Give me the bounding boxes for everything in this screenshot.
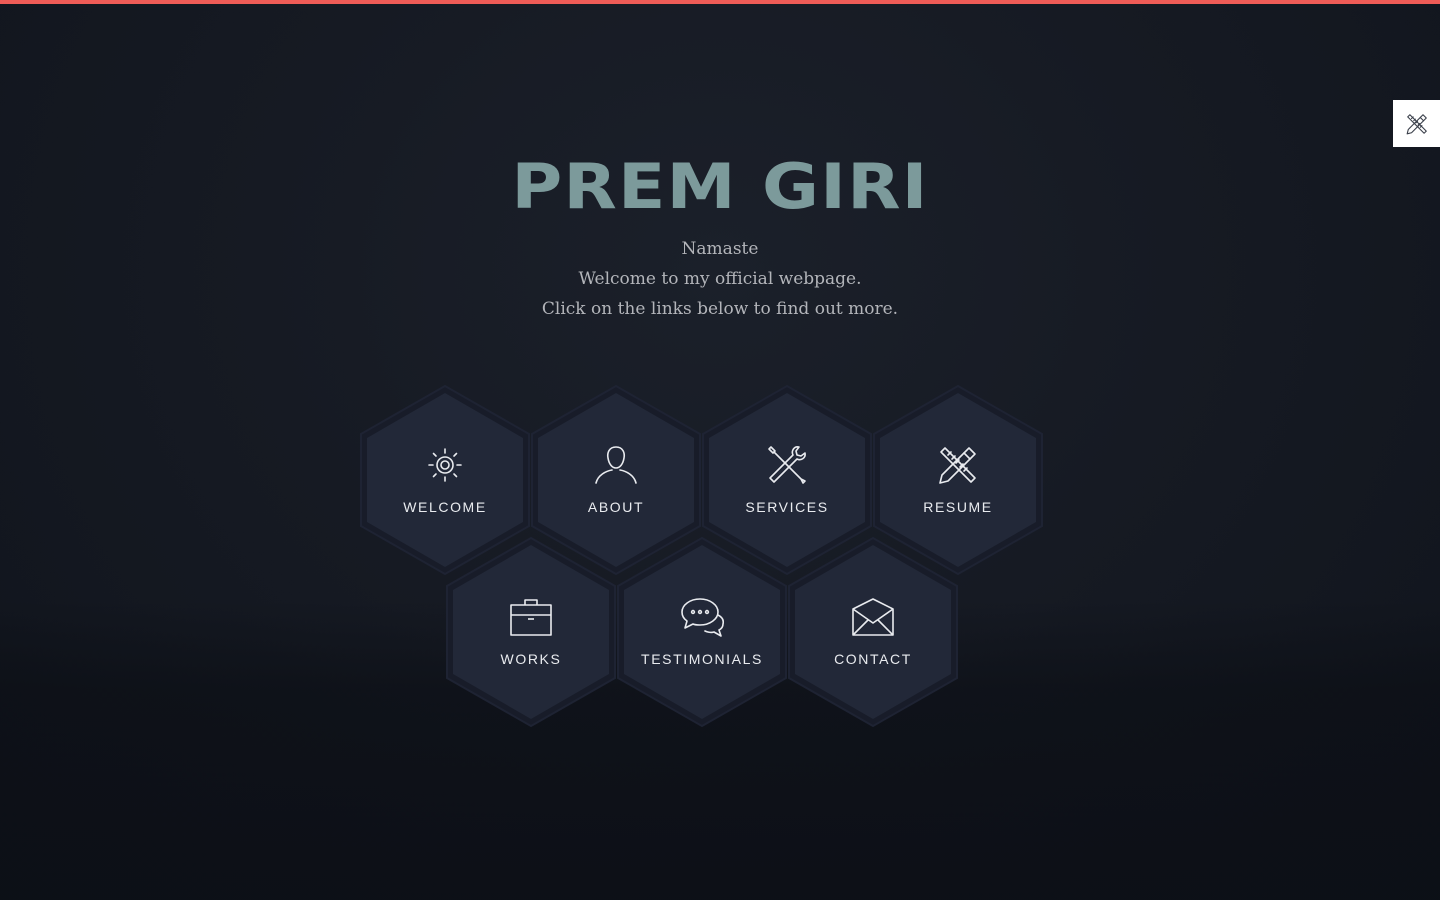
nav-label-works: WORKS bbox=[500, 651, 562, 667]
nav-label-services: SERVICES bbox=[745, 499, 829, 515]
style-switcher-button[interactable] bbox=[1393, 100, 1440, 147]
tagline-greeting: Namaste bbox=[681, 239, 759, 259]
nav-hex-works[interactable]: WORKS bbox=[445, 537, 617, 727]
tools-icon bbox=[768, 446, 806, 484]
hero-section: PREM GIRI Namaste Welcome to my official… bbox=[0, 148, 1440, 324]
top-accent-bar bbox=[0, 0, 1440, 4]
nav-hex-testimonials[interactable]: TESTIMONIALS bbox=[616, 537, 788, 727]
site-title: PREM GIRI bbox=[511, 150, 929, 223]
nav-label-resume: RESUME bbox=[923, 499, 993, 515]
pencil-ruler-icon bbox=[939, 447, 976, 484]
user-icon bbox=[595, 446, 637, 484]
nav-label-testimonials: TESTIMONIALS bbox=[641, 651, 763, 667]
pencil-ruler-icon bbox=[1406, 113, 1427, 134]
briefcase-icon bbox=[510, 599, 552, 636]
envelope-icon bbox=[852, 598, 894, 636]
nav-label-welcome: WELCOME bbox=[403, 499, 487, 515]
chat-bubbles-icon bbox=[681, 598, 724, 637]
tagline-instruction: Click on the links below to find out mor… bbox=[541, 299, 899, 319]
hero-tagline: Namaste Welcome to my official webpage. … bbox=[0, 234, 1440, 324]
nav-label-contact: CONTACT bbox=[834, 651, 912, 667]
nav-label-about: ABOUT bbox=[587, 499, 645, 515]
nav-hex-contact[interactable]: CONTACT bbox=[787, 537, 959, 727]
sun-icon bbox=[428, 448, 462, 482]
tagline-welcome: Welcome to my official webpage. bbox=[578, 269, 862, 289]
